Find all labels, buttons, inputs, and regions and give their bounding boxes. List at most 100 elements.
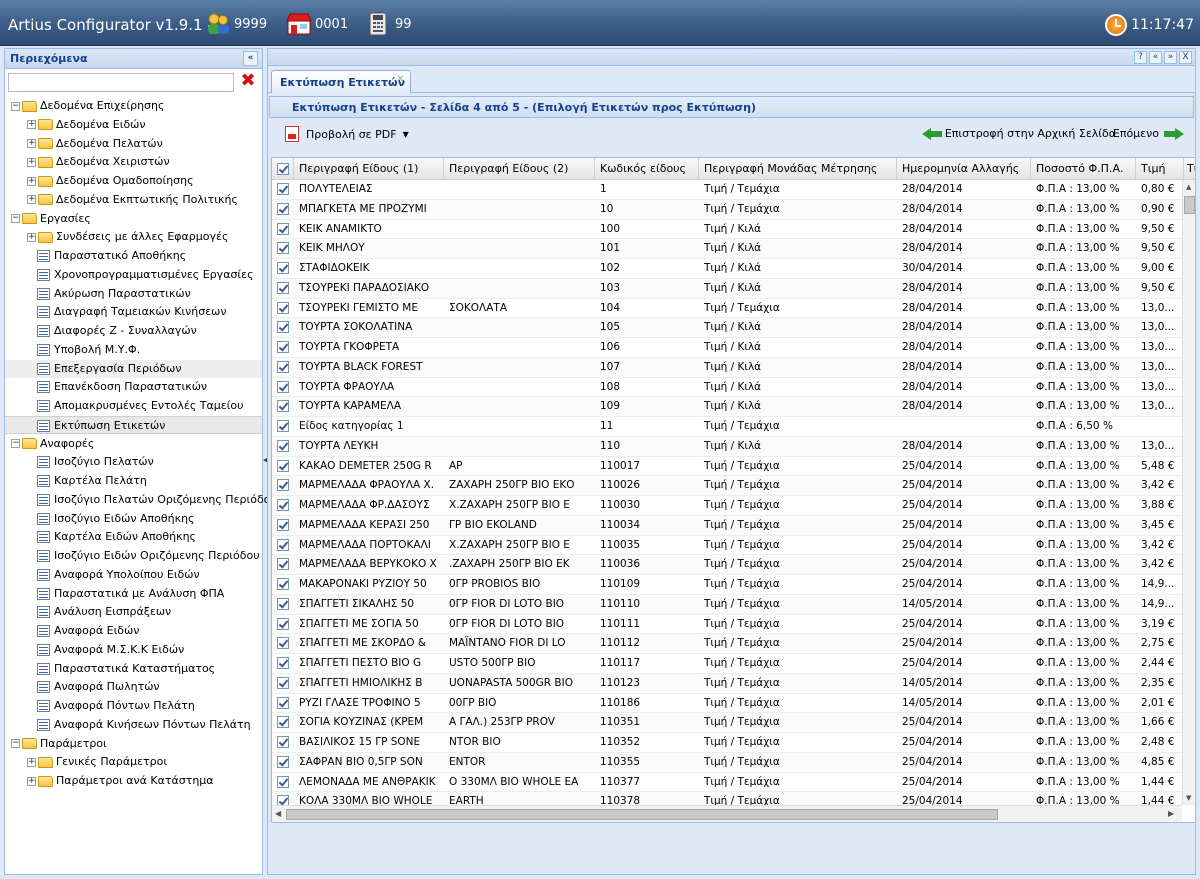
- table-row[interactable]: ΤΟΥΡΤΑ BLACK FOREST 107 Τιμή / Κιλά 28/04/2…: [272, 357, 1182, 378]
- table-row[interactable]: ΡΥΖΙ ΓΛΑΣΕ ΤΡΟΦΙΝΟ 5 00ΓΡ ΒΙΟ 110186 Τιμή /…: [272, 694, 1182, 714]
- column-header[interactable]: Περιγραφή Είδους (1): [294, 158, 444, 180]
- scroll-right-icon[interactable]: ▶: [1168, 809, 1174, 818]
- table-row[interactable]: ΣΑΦΡΑΝ ΒΙΟ 0,5ΓΡ SON ENTOR 110355 Τιμή / Τε…: [272, 752, 1182, 773]
- expand-icon[interactable]: +: [27, 232, 36, 242]
- tree-item[interactable]: + Δεδομένα Εκπτωτικής Πολιτικής: [5, 191, 262, 209]
- table-row[interactable]: ΣΤΑΦΙΔΟΚΕΙΚ 102 Τιμή / Κιλά 30/04/2014 Φ.Π.Α…: [272, 259, 1182, 279]
- row-checkbox[interactable]: [272, 279, 294, 298]
- tree-item[interactable]: Αναφορά Κινήσεων Πόντων Πελάτη: [5, 716, 262, 734]
- tree-item[interactable]: Διαγραφή Ταμειακών Κινήσεων: [5, 303, 262, 321]
- row-checkbox[interactable]: [272, 239, 294, 258]
- tree-item[interactable]: Καρτέλα Ειδών Αποθήκης: [5, 528, 262, 546]
- tree-item[interactable]: Εκτύπωση Ετικετών: [5, 415, 262, 434]
- column-header[interactable]: Τιμή: [1136, 158, 1184, 180]
- tree-item[interactable]: + Δεδομένα Χειριστών: [5, 153, 262, 171]
- expand-icon[interactable]: +: [27, 776, 36, 786]
- tree-filter-input[interactable]: [8, 73, 234, 92]
- tree-item[interactable]: + Δεδομένα Πελατών: [5, 135, 262, 153]
- table-row[interactable]: ΤΟΥΡΤΑ ΛΕΥΚΗ 110 Τιμή / Κιλά 28/04/2014 Φ.Π.…: [272, 436, 1182, 457]
- row-checkbox[interactable]: [272, 200, 294, 219]
- tree-item[interactable]: Επεξεργασία Περιόδων: [5, 359, 262, 378]
- table-row[interactable]: ΣΠΑΓΓΕΤΙ ΜΕ ΣΚΟΡΔΟ & ΜΑΪΝΤΑΝΟ FIOR DI LO 1…: [272, 634, 1182, 654]
- table-row[interactable]: ΣΠΑΓΓΕΤΙ ΠΕΣΤΟ ΒΙΟ G USTO 500ΓΡ ΒΙΟ 110117…: [272, 654, 1182, 674]
- table-row[interactable]: ΚΕΙΚ ΑΝΑΜΙΚΤΟ 100 Τιμή / Κιλά 28/04/2014 Φ.Π…: [272, 220, 1182, 240]
- help-button[interactable]: ?: [1134, 51, 1147, 64]
- tree-item[interactable]: Αναφορά Πωλητών: [5, 678, 262, 696]
- tree-item[interactable]: − Δεδομένα Επιχείρησης: [5, 97, 262, 115]
- tab-print-labels[interactable]: Εκτύπωση Ετικετών ×: [271, 70, 411, 93]
- row-checkbox[interactable]: [272, 299, 294, 318]
- row-checkbox[interactable]: [272, 713, 294, 732]
- table-row[interactable]: ΣΠΑΓΓΕΤΙ ΜΕ ΣΟΓΙΑ 50 0ΓΡ FIOR DI LOTO ΒΙΟ…: [272, 615, 1182, 635]
- column-header[interactable]: Περιγραφή Μονάδας Μέτρησης: [699, 158, 897, 180]
- tree-item[interactable]: Χρονοπρογραμματισμένες Εργασίες: [5, 266, 262, 284]
- table-row[interactable]: ΣΟΓΙΑ ΚΟΥΖΙΝΑΣ (ΚΡΕΜ Α ΓΑΛ.) 253ΓΡ PROV 11…: [272, 713, 1182, 733]
- tree-item[interactable]: Αναφορά Πόντων Πελάτη: [5, 697, 262, 715]
- tree-item[interactable]: Διαφορές Ζ - Συναλλαγών: [5, 322, 262, 340]
- tree-item[interactable]: Απομακρυσμένες Εντολές Ταμείου: [5, 397, 262, 415]
- tree-item[interactable]: + Δεδομένα Ομαδοποίησης: [5, 172, 262, 190]
- tree-item[interactable]: Ισοζύγιο Ειδών Αποθήκης: [5, 510, 262, 528]
- back-to-home-button[interactable]: Επιστροφή στην Αρχική Σελίδα: [921, 127, 1116, 140]
- expand-icon[interactable]: +: [27, 757, 36, 767]
- row-checkbox[interactable]: [272, 397, 294, 416]
- expand-icon[interactable]: +: [27, 120, 36, 130]
- collapse-icon[interactable]: −: [11, 214, 20, 223]
- row-checkbox[interactable]: [272, 516, 294, 535]
- row-checkbox[interactable]: [272, 358, 294, 377]
- scroll-up-icon[interactable]: ▲: [1186, 183, 1191, 191]
- scroll-left-icon[interactable]: ◀: [275, 809, 281, 818]
- table-row[interactable]: ΚΑΚΑΟ DEMETER 250G R ΑΡ 110017 Τιμή / Τεμάχ…: [272, 457, 1182, 477]
- table-row[interactable]: ΜΑΚΑΡΟΝΑΚΙ ΡΥΖΙΟΥ 50 0ΓΡ PROBIOS ΒΙΟ 11010…: [272, 575, 1182, 595]
- row-checkbox[interactable]: [272, 220, 294, 239]
- expand-icon[interactable]: +: [27, 157, 36, 167]
- users-indicator[interactable]: 9999: [205, 11, 267, 37]
- tree-item[interactable]: + Παράμετροι ανά Κατάστημα: [5, 772, 262, 790]
- tree-item[interactable]: Ισοζύγιο Πελατών Οριζόμενης Περιόδου: [5, 491, 277, 509]
- next-button[interactable]: Επόμενο: [1113, 127, 1184, 140]
- row-checkbox[interactable]: [272, 457, 294, 476]
- expand-icon[interactable]: +: [27, 176, 36, 186]
- collapse-icon[interactable]: −: [11, 439, 20, 448]
- tree-item[interactable]: Αναφορά Μ.Σ.Κ.Κ Ειδών: [5, 641, 262, 659]
- row-checkbox[interactable]: [272, 674, 294, 693]
- table-row[interactable]: ΤΟΥΡΤΑ ΣΟΚΟΛΑΤΙΝΑ 105 Τιμή / Κιλά 28/04/201…: [272, 318, 1182, 338]
- tree-item[interactable]: Υποβολή Μ.Υ.Φ.: [5, 341, 262, 359]
- store-indicator[interactable]: 0001: [286, 11, 348, 37]
- column-header[interactable]: Ποσοστό Φ.Π.Α.: [1031, 158, 1136, 180]
- row-checkbox[interactable]: [272, 634, 294, 653]
- clear-filter-icon[interactable]: ✖: [239, 72, 257, 90]
- tree-item[interactable]: Ανάλυση Εισπράξεων: [5, 603, 262, 621]
- vertical-scroll-thumb[interactable]: [1184, 196, 1195, 214]
- collapse-icon[interactable]: −: [11, 739, 20, 748]
- pdf-preview-button[interactable]: Προβολή σε PDF ▼: [285, 126, 409, 142]
- table-row[interactable]: ΣΠΑΓΓΕΤΙ ΗΜΙΟΛΙΚΗΣ Β UONAPASTA 500GR ΒΙΟ 1…: [272, 673, 1182, 694]
- expand-icon[interactable]: +: [27, 195, 36, 205]
- tree-item[interactable]: − Αναφορές: [5, 435, 262, 453]
- tree-item[interactable]: Ακύρωση Παραστατικών: [5, 285, 262, 303]
- tree-item[interactable]: Καρτέλα Πελάτη: [5, 472, 262, 490]
- tree-item[interactable]: Παραστατικά Καταστήματος: [5, 660, 262, 678]
- table-row[interactable]: ΤΟΥΡΤΑ ΦΡΑΟΥΛΑ 108 Τιμή / Κιλά 28/04/2014 Φ.…: [272, 378, 1182, 398]
- row-checkbox[interactable]: [272, 694, 294, 713]
- table-row[interactable]: ΒΑΣΙΛΙΚΟΣ 15 ΓΡ SONE NTOR ΒΙΟ 110352 Τιμή /…: [272, 733, 1182, 753]
- tree-item[interactable]: − Εργασίες: [5, 210, 262, 228]
- horizontal-scroll-thumb[interactable]: [286, 809, 998, 820]
- tree-item[interactable]: + Συνδέσεις με άλλες Εφαρμογές: [5, 228, 262, 246]
- table-row[interactable]: ΣΠΑΓΓΕΤΙ ΣΙΚΑΛΗΣ 50 0ΓΡ FIOR DI LOTO ΒΙΟ 1…: [272, 594, 1182, 615]
- collapse-panel-button[interactable]: «: [243, 51, 258, 66]
- tree-item[interactable]: Αναφορά Υπολοίπου Ειδών: [5, 566, 262, 584]
- table-row[interactable]: ΚΟΛΑ 330ΜΛ ΒΙΟ WHOLE EARTH 110378 Τιμή / Τε…: [272, 792, 1182, 805]
- table-row[interactable]: ΜΑΡΜΕΛΑΔΑ ΦΡΑΟΥΛΑ Χ. ΖΑΧΑΡΗ 250ΓΡ ΒΙΟ ΕΚΟ…: [272, 476, 1182, 496]
- row-checkbox[interactable]: [272, 496, 294, 515]
- row-checkbox[interactable]: [272, 773, 294, 792]
- row-checkbox[interactable]: [272, 575, 294, 594]
- row-checkbox[interactable]: [272, 318, 294, 337]
- register-indicator[interactable]: 99: [366, 11, 412, 37]
- row-checkbox[interactable]: [272, 753, 294, 772]
- table-row[interactable]: ΜΑΡΜΕΛΑΔΑ ΒΕΡΥΚΟΚΟ Χ .ΖΑΧΑΡΗ 250ΓΡ ΒΙΟ ΕΚ…: [272, 555, 1182, 575]
- vertical-scrollbar[interactable]: ▲ ▼: [1182, 180, 1195, 805]
- tree-item[interactable]: Επανέκδοση Παραστατικών: [5, 378, 262, 396]
- scroll-tabs-left-button[interactable]: «: [1149, 51, 1162, 64]
- close-panel-button[interactable]: X: [1179, 51, 1192, 64]
